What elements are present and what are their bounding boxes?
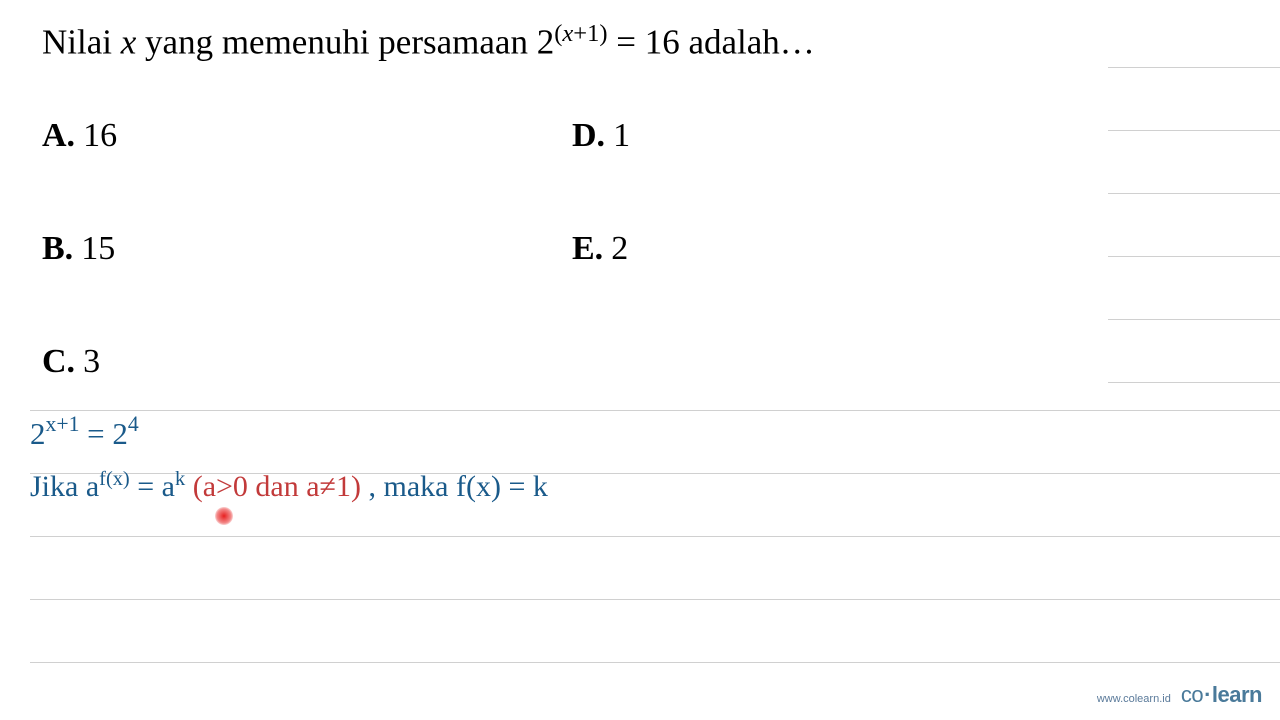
question-exponent: (x+1): [554, 20, 607, 47]
footer: www.colearn.id co·learn: [1097, 682, 1262, 708]
solution-line-2: Jika af(x) = ak (a>0 dan a≠1) , maka f(x…: [30, 470, 548, 504]
option-b-value: 15: [81, 230, 115, 268]
logo-dot: ·: [1204, 682, 1211, 707]
question-middle: yang memenuhi persamaan 2: [136, 23, 554, 62]
option-d-label: D.: [572, 117, 605, 155]
solution-line-1: 2x+1 = 24: [30, 416, 548, 452]
l2-jika: Jika: [30, 470, 86, 503]
l2-maka: maka f(x) = k: [384, 470, 548, 503]
option-a: A. 16: [42, 117, 572, 155]
option-d-value: 1: [613, 117, 630, 155]
footer-logo: co·learn: [1181, 682, 1262, 708]
l1-exp1: x+1: [46, 412, 80, 436]
logo-learn: learn: [1212, 682, 1262, 707]
options-container: A. 16 D. 1 B. 15 E. 2 C. 3: [42, 117, 1240, 381]
option-c-value: 3: [83, 343, 100, 381]
question-equals: = 16 adalah…: [607, 23, 814, 62]
footer-url: www.colearn.id: [1097, 693, 1171, 705]
option-e-label: E.: [572, 230, 603, 268]
option-a-value: 16: [83, 117, 117, 155]
question-prefix: Nilai: [42, 23, 121, 62]
l1-base1: 2: [30, 416, 46, 451]
l2-a1: a: [86, 470, 99, 503]
l2-a2: a: [162, 470, 175, 503]
question-variable: x: [121, 23, 137, 62]
l2-paren-open: (: [185, 470, 203, 503]
l2-comma: ,: [369, 470, 384, 503]
option-a-label: A.: [42, 117, 75, 155]
ruled-lines-right: [1108, 65, 1280, 705]
laser-pointer-icon: [215, 507, 233, 525]
l2-eq: =: [130, 470, 162, 503]
l2-fx: f(x): [99, 468, 130, 490]
option-b: B. 15: [42, 230, 572, 268]
worked-solution: 2x+1 = 24 Jika af(x) = ak (a>0 dan a≠1) …: [30, 416, 548, 504]
l1-exp2: 4: [128, 412, 139, 436]
l1-eq: =: [79, 416, 112, 451]
l2-cond: a>0 dan a≠1: [203, 470, 351, 503]
option-e-value: 2: [611, 230, 628, 268]
question-text: Nilai x yang memenuhi persamaan 2(x+1) =…: [42, 18, 1240, 65]
l2-k: k: [175, 468, 185, 490]
l2-paren-close: ): [351, 470, 369, 503]
option-c-label: C.: [42, 343, 75, 381]
option-c: C. 3: [42, 343, 572, 381]
l1-base2: 2: [112, 416, 128, 451]
logo-co: co: [1181, 682, 1203, 707]
option-b-label: B.: [42, 230, 73, 268]
